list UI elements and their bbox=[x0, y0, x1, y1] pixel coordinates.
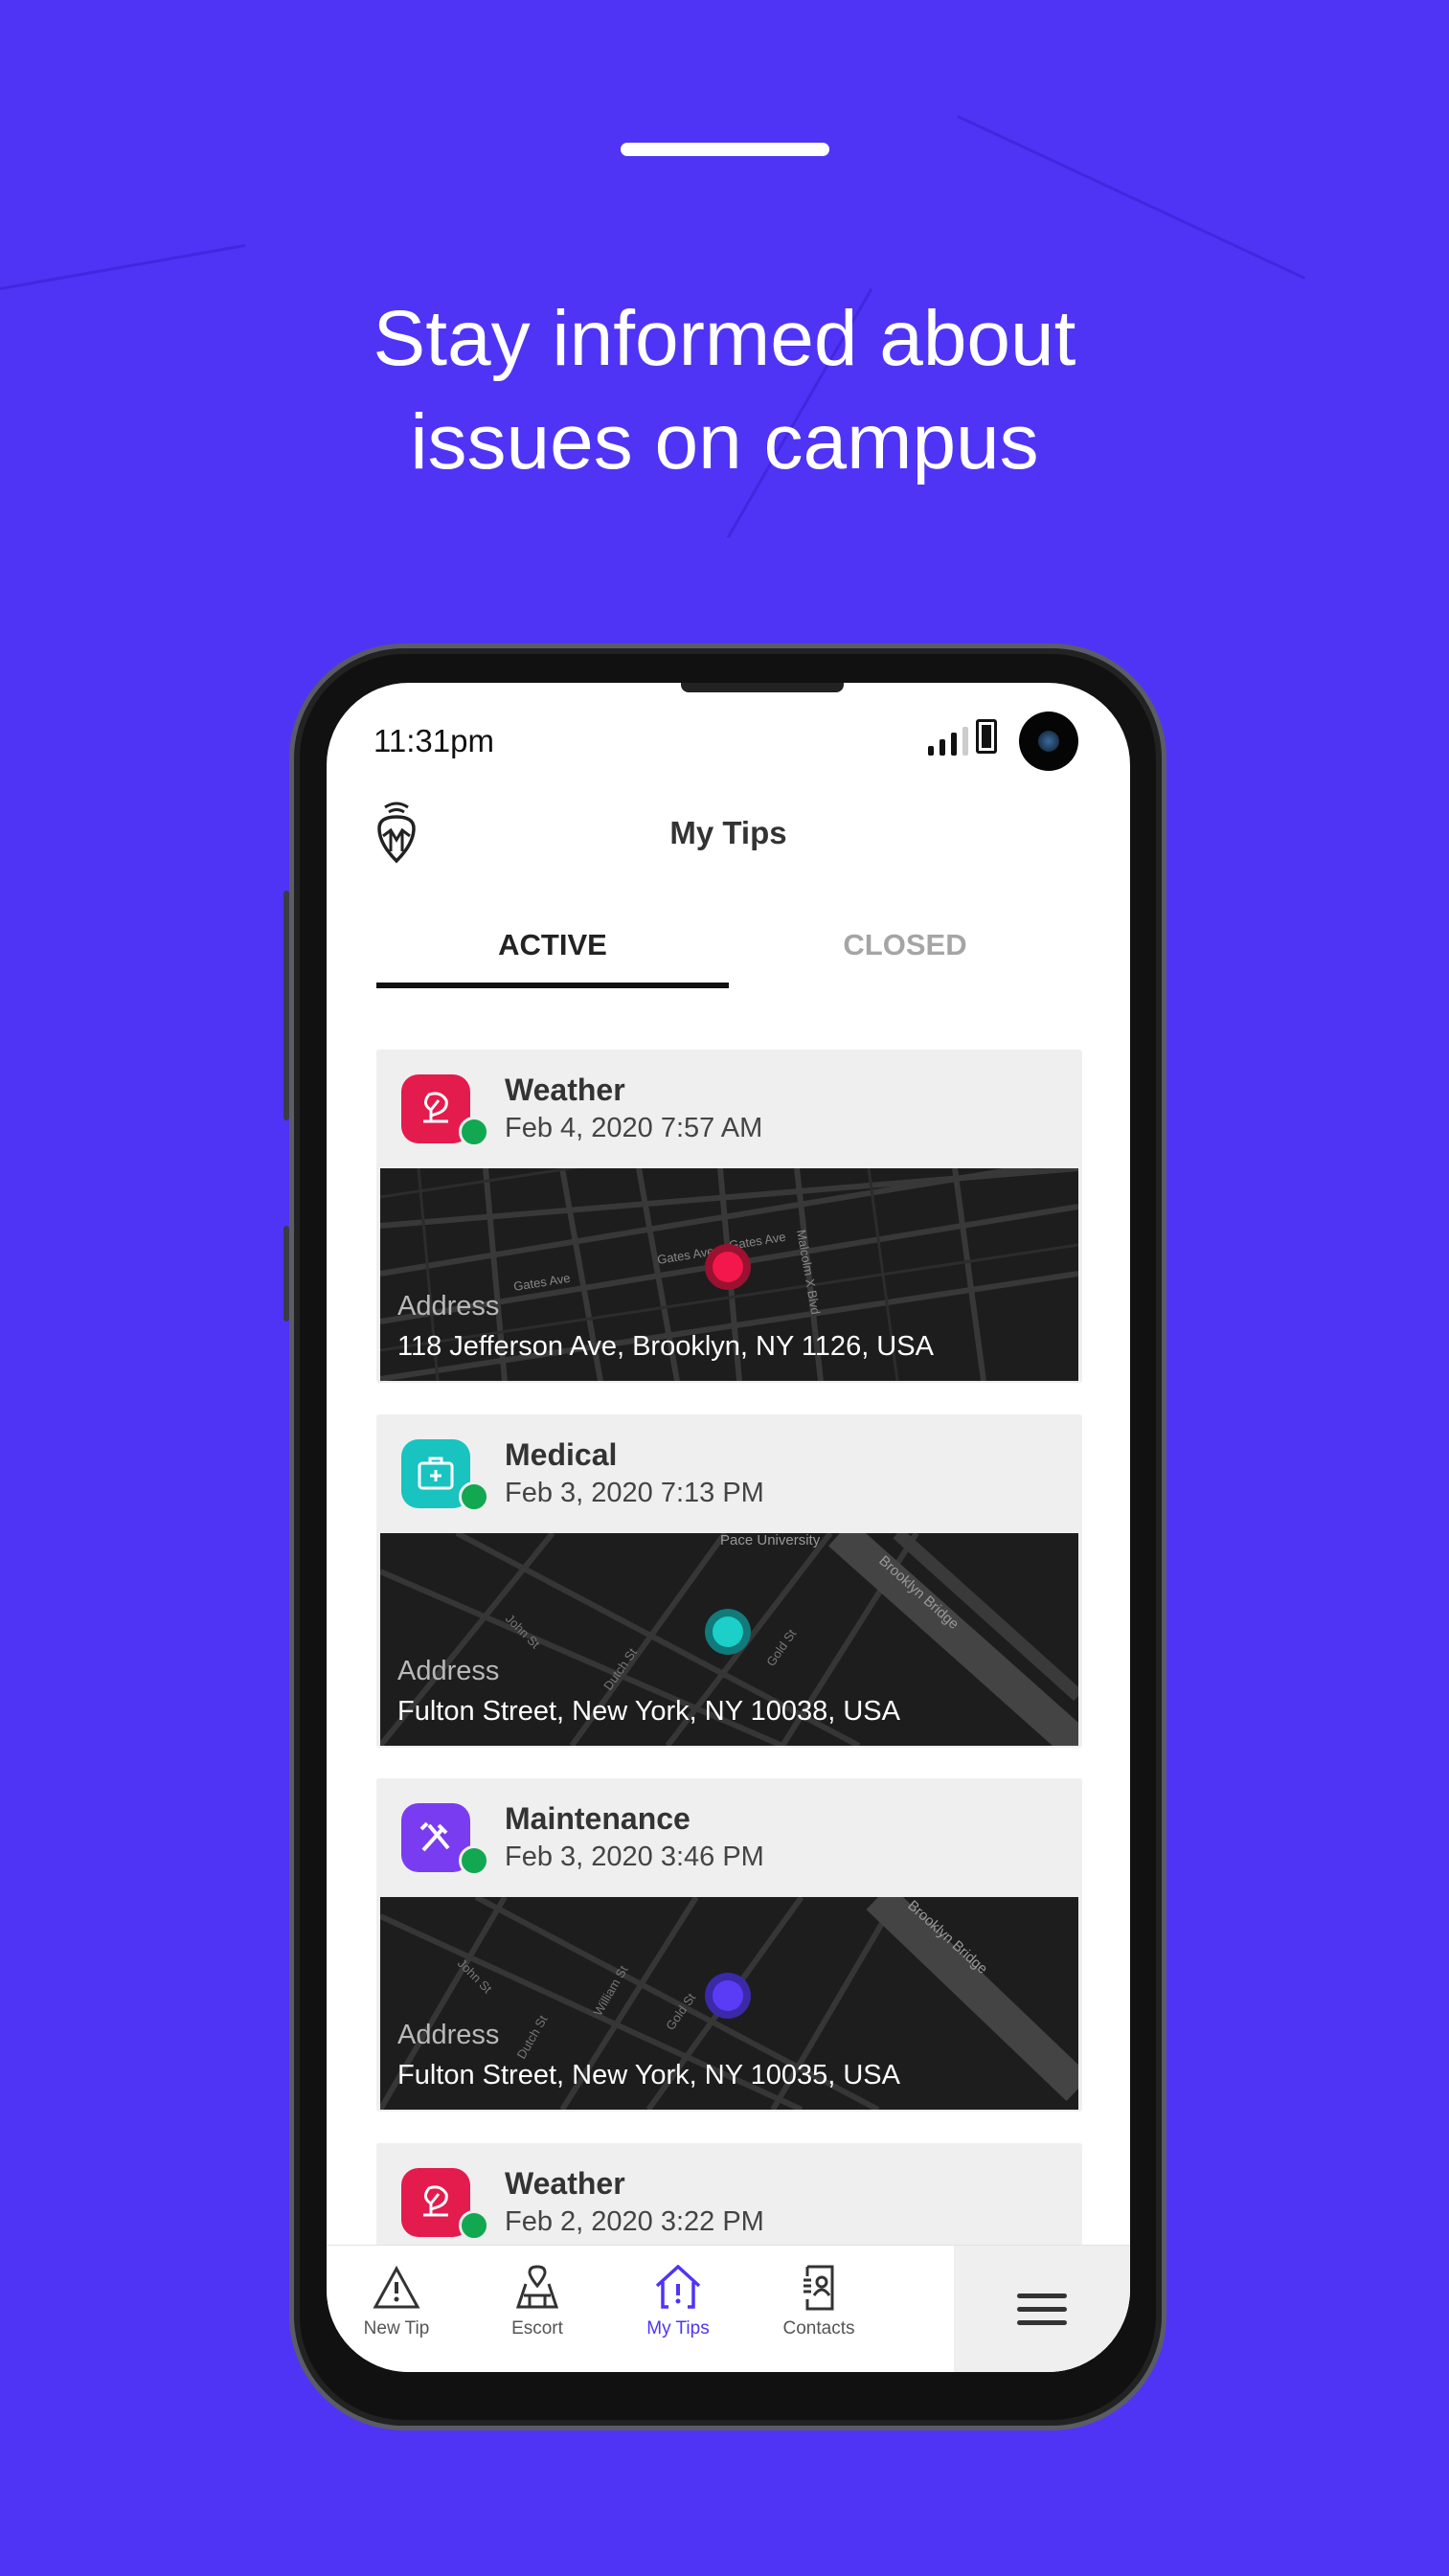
tip-date: Feb 3, 2020 7:13 PM bbox=[505, 1478, 764, 1508]
nav-my-tips[interactable]: My Tips bbox=[616, 2265, 740, 2339]
map-street-label: John St bbox=[503, 1612, 543, 1652]
tip-card-header: Medical Feb 3, 2020 7:13 PM bbox=[376, 1414, 1082, 1533]
tip-date: Feb 3, 2020 3:46 PM bbox=[505, 1842, 764, 1872]
nav-label: My Tips bbox=[646, 2318, 710, 2339]
headline-line-1: Stay informed about bbox=[373, 295, 1076, 382]
tip-map[interactable]: Pace University Brooklyn Bridge John St … bbox=[380, 1533, 1078, 1746]
nav-label: New Tip bbox=[363, 2318, 430, 2339]
headline: Stay informed about issues on campus bbox=[0, 287, 1449, 494]
map-street-label: Gold St bbox=[763, 1626, 799, 1668]
tip-date: Feb 4, 2020 7:57 AM bbox=[505, 1113, 763, 1143]
map-street-label: Pace University bbox=[720, 1533, 821, 1548]
map-street-label: Dutch St bbox=[514, 2012, 551, 2061]
headline-line-2: issues on campus bbox=[410, 398, 1039, 486]
address-value: Fulton Street, New York, NY 10038, USA bbox=[397, 1696, 900, 1727]
hamburger-menu-icon[interactable] bbox=[954, 2246, 1130, 2372]
map-pin-icon bbox=[515, 2265, 559, 2309]
speaker bbox=[681, 683, 844, 692]
background-map-line bbox=[957, 115, 1306, 280]
map-street-label: Malcolm X Blvd bbox=[794, 1229, 823, 1316]
phone-volume-button bbox=[283, 891, 289, 1120]
status-active-dot bbox=[459, 1481, 489, 1512]
tip-card[interactable]: Maintenance Feb 3, 2020 3:46 PM Brooklyn… bbox=[376, 1778, 1082, 2112]
tab-closed[interactable]: CLOSED bbox=[729, 928, 1081, 962]
nav-escort[interactable]: Escort bbox=[475, 2265, 600, 2339]
signal-icon bbox=[928, 727, 968, 756]
tip-card[interactable]: Medical Feb 3, 2020 7:13 PM Pace Univers… bbox=[376, 1414, 1082, 1748]
address-value: 118 Jefferson Ave, Brooklyn, NY 1126, US… bbox=[397, 1331, 934, 1362]
tip-category: Medical bbox=[505, 1437, 618, 1472]
tab-selected-indicator bbox=[376, 983, 729, 988]
tip-date: Feb 2, 2020 3:22 PM bbox=[505, 2206, 764, 2237]
background-map-line bbox=[0, 243, 246, 290]
address-label: Address bbox=[397, 2020, 500, 2050]
address-label: Address bbox=[397, 1656, 500, 1686]
battery-icon bbox=[976, 719, 997, 754]
tip-map[interactable]: Brooklyn Bridge John St Dutch St William… bbox=[380, 1897, 1078, 2110]
contacts-book-icon bbox=[804, 2265, 834, 2311]
tip-category: Maintenance bbox=[505, 1801, 691, 1836]
address-value: Fulton Street, New York, NY 10035, USA bbox=[397, 2060, 900, 2090]
tip-map[interactable]: Gates Ave Gates Ave Gates Ave Malcolm X … bbox=[380, 1168, 1078, 1381]
warning-triangle-icon bbox=[373, 2265, 420, 2309]
bottom-nav: New Tip Escort My Tips Contacts bbox=[327, 2245, 1130, 2372]
front-camera bbox=[1019, 712, 1078, 771]
tip-card-header: Maintenance Feb 3, 2020 3:46 PM bbox=[376, 1778, 1082, 1897]
drag-handle bbox=[621, 143, 829, 156]
address-label: Address bbox=[397, 1291, 500, 1322]
nav-new-tip[interactable]: New Tip bbox=[334, 2265, 459, 2339]
tab-active[interactable]: ACTIVE bbox=[376, 928, 729, 962]
status-active-dot bbox=[459, 1845, 489, 1876]
tip-category: Weather bbox=[505, 1073, 625, 1107]
status-time: 11:31pm bbox=[374, 723, 494, 758]
phone-side-button bbox=[283, 1226, 289, 1322]
house-alert-icon bbox=[655, 2265, 701, 2309]
nav-contacts[interactable]: Contacts bbox=[757, 2265, 881, 2339]
phone-screen: 11:31pm My Tips ACTIVE CLOSED Weather Fe… bbox=[327, 683, 1130, 2372]
tip-category: Weather bbox=[505, 2166, 625, 2201]
status-active-dot bbox=[459, 1117, 489, 1147]
nav-label: Contacts bbox=[782, 2318, 855, 2339]
tip-card-header: Weather Feb 4, 2020 7:57 AM bbox=[376, 1050, 1082, 1168]
status-active-dot bbox=[459, 2210, 489, 2241]
page-title: My Tips bbox=[669, 815, 787, 850]
tip-card[interactable]: Weather Feb 4, 2020 7:57 AM Gates Ave Ga… bbox=[376, 1050, 1082, 1383]
nav-label: Escort bbox=[511, 2318, 563, 2339]
